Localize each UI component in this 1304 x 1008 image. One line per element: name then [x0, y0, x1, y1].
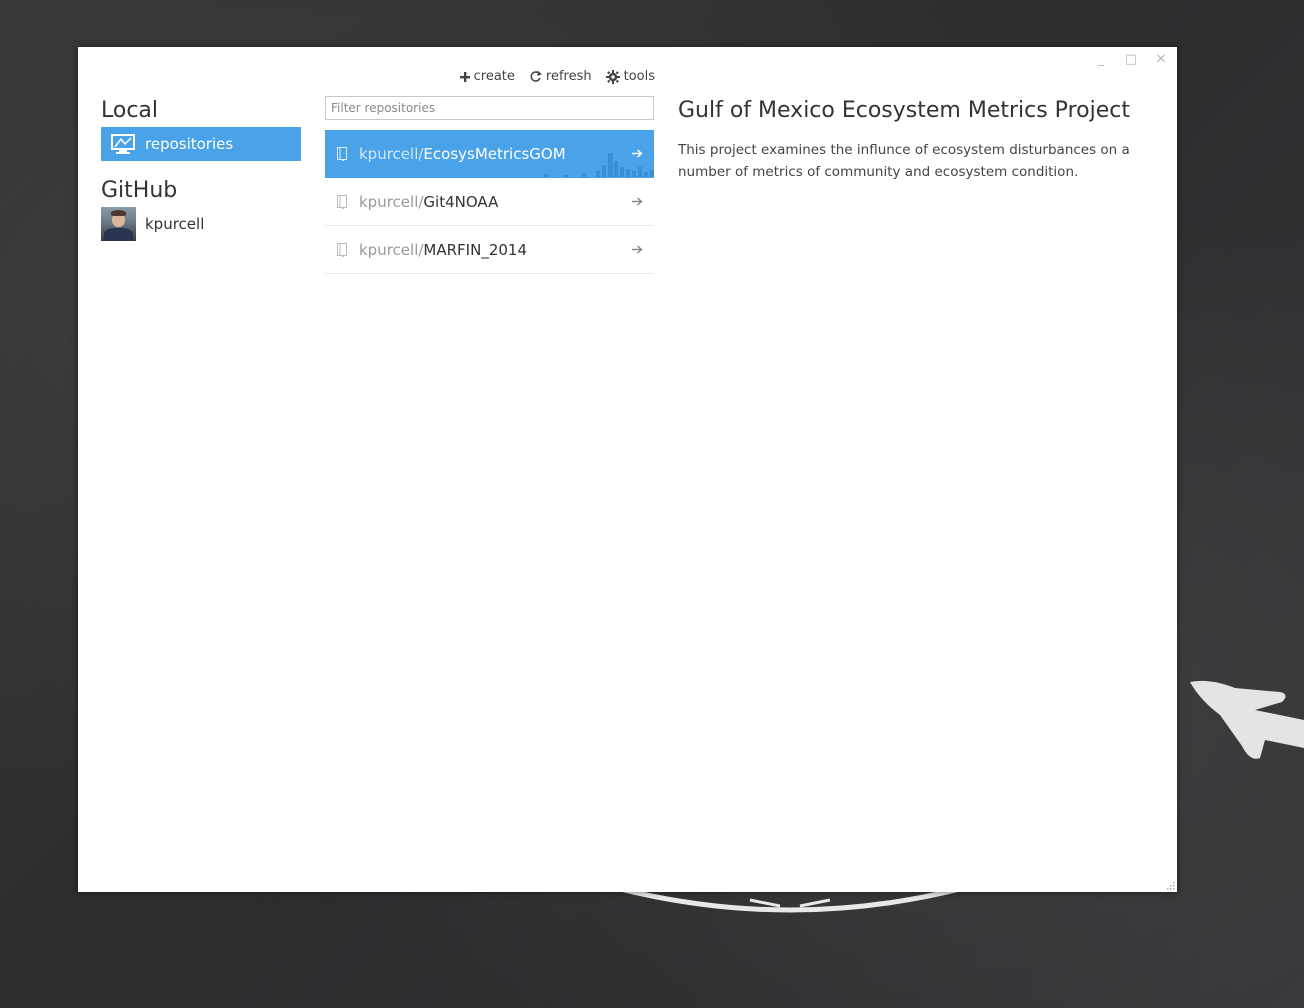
sidebar-item-repositories[interactable]: repositories — [101, 127, 301, 161]
close-button[interactable]: ✕ — [1153, 51, 1169, 67]
refresh-label: refresh — [545, 69, 592, 84]
sidebar-item-account-kpurcell[interactable]: kpurcell — [101, 207, 301, 241]
refresh-button[interactable]: refresh — [529, 69, 592, 84]
gear-icon — [605, 69, 620, 84]
chalk-arrow-drawing — [1190, 680, 1304, 759]
sidebar: Local repositories GitHub kpurcell — [101, 95, 301, 241]
github-section-title: GitHub — [101, 178, 178, 203]
repository-list-pane: kpurcell/EcosysMetricsGOM kpurcell/Git4N… — [325, 96, 654, 274]
create-label: create — [473, 69, 515, 84]
sidebar-item-label: repositories — [145, 135, 234, 153]
app-window: _ □ ✕ Local repositories GitHub kpurcell… — [78, 47, 1177, 892]
avatar — [101, 207, 136, 241]
repository-icon — [325, 194, 359, 209]
repository-title: Gulf of Mexico Ecosystem Metrics Project — [678, 98, 1130, 123]
repository-list: kpurcell/EcosysMetricsGOM kpurcell/Git4N… — [325, 130, 654, 274]
local-section-title: Local — [101, 98, 159, 123]
plus-icon — [459, 71, 470, 82]
repo-item-git4noaa[interactable]: kpurcell/Git4NOAA — [325, 178, 654, 226]
maximize-button[interactable]: □ — [1123, 51, 1139, 67]
toolbar: create refresh tools — [459, 69, 655, 84]
repo-name: kpurcell/MARFIN_2014 — [359, 240, 527, 259]
activity-sparkline — [544, 153, 654, 177]
minimize-button[interactable]: _ — [1093, 51, 1109, 67]
tools-button[interactable]: tools — [605, 69, 655, 84]
repo-item-marfin-2014[interactable]: kpurcell/MARFIN_2014 — [325, 226, 654, 274]
repository-icon — [325, 146, 359, 161]
resize-grip-icon[interactable] — [1167, 882, 1175, 890]
create-button[interactable]: create — [459, 69, 515, 84]
repository-description: This project examines the influnce of ec… — [678, 142, 1130, 180]
window-controls: _ □ ✕ — [1093, 51, 1169, 67]
repo-item-ecosysmetricsgom[interactable]: kpurcell/EcosysMetricsGOM — [325, 130, 654, 178]
filter-repositories-input[interactable] — [325, 96, 654, 120]
arrow-right-icon[interactable] — [620, 197, 654, 206]
refresh-icon — [529, 70, 542, 83]
tools-label: tools — [623, 69, 655, 84]
arrow-right-icon[interactable] — [620, 245, 654, 254]
repo-name: kpurcell/Git4NOAA — [359, 192, 499, 211]
monitor-icon — [101, 127, 145, 161]
sidebar-item-label: kpurcell — [145, 215, 205, 233]
repository-icon — [325, 242, 359, 257]
repository-detail-pane: Gulf of Mexico Ecosystem Metrics Project… — [678, 95, 1148, 183]
